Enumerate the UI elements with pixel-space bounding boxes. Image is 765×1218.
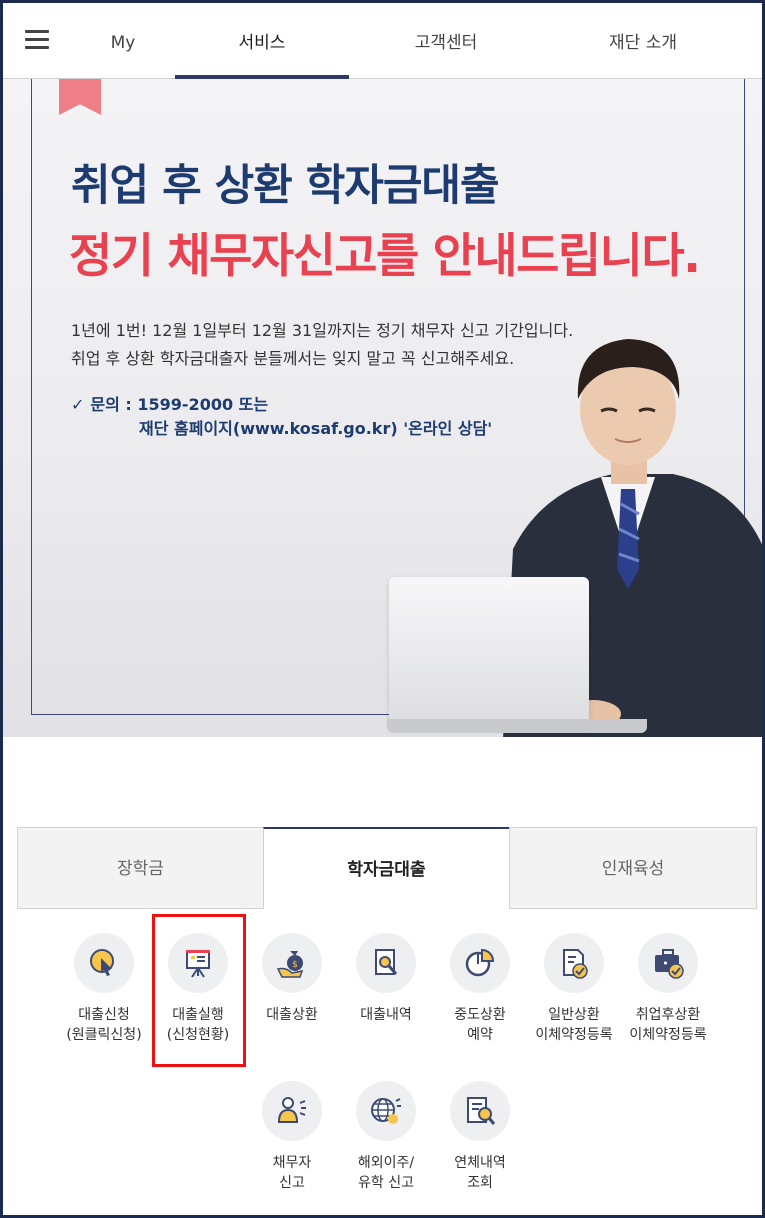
service-label-line1: 취업후상환 [635, 1007, 701, 1023]
service-label-line1: 중도상환 [454, 1007, 506, 1023]
top-navigation: My 서비스 고객센터 재단 소개 [3, 3, 762, 79]
service-label-line2: 이체약정등록 [535, 1027, 613, 1043]
banner-contact-text: 문의 : 1599-2000 또는 [90, 395, 269, 414]
app-frame: My 서비스 고객센터 재단 소개 취업 후 상환 학자금대출 정기 채무자신고… [0, 0, 765, 1218]
svg-text:$: $ [292, 960, 298, 970]
service-loan-history[interactable]: 대출내역 [338, 933, 434, 1025]
service-debtor-report[interactable]: 채무자신고 [244, 1081, 340, 1193]
service-post-employment-repayment-transfer[interactable]: 취업후상환이체약정등록 [620, 933, 716, 1045]
banner-headline-line2: 정기 채무자신고를 안내드립니다. [69, 229, 701, 284]
service-label-line1: 대출상환 [266, 1007, 318, 1023]
spacer [3, 737, 762, 827]
person-alert-icon [262, 1081, 322, 1141]
service-label-line2: 유학 신고 [358, 1175, 414, 1191]
banner-body-line2: 취업 후 상환 학자금대출자 분들께서는 잊지 말고 꼭 신고해주세요. [71, 349, 515, 368]
service-label-line2: 예약 [467, 1027, 493, 1043]
service-grid: 대출신청 (원클릭신청) 대출실행 (신청현황) $ 대출상환 대출내역 중도상환 예… [3, 909, 762, 1209]
banner-contact-line1: ✓ 문의 : 1599-2000 또는 [71, 391, 268, 415]
promo-banner[interactable]: 취업 후 상환 학자금대출 정기 채무자신고를 안내드립니다. 1년에 1번! … [3, 79, 762, 737]
service-general-repayment-transfer[interactable]: 일반상환이체약정등록 [526, 933, 622, 1045]
service-emigration-study-abroad-report[interactable]: 해외이주/유학 신고 [338, 1081, 434, 1193]
service-label-line2: 이체약정등록 [629, 1027, 707, 1043]
briefcase-check-icon [638, 933, 698, 993]
document-magnifier-icon [450, 1081, 510, 1141]
category-tabs: 장학금 학자금대출 인재육성 [17, 827, 757, 909]
nav-item-services[interactable]: 서비스 [175, 3, 349, 79]
pie-chart-icon [450, 933, 510, 993]
service-label-line1: 일반상환 [548, 1007, 600, 1023]
service-label-line1: 해외이주/ [357, 1155, 415, 1171]
checkmark-icon: ✓ [71, 395, 85, 414]
service-label-line1: 채무자 [272, 1155, 312, 1171]
document-search-icon [356, 933, 416, 993]
highlight-box [152, 914, 246, 1067]
service-label-line2: (원클릭신청) [66, 1027, 142, 1043]
document-check-icon [544, 933, 604, 993]
hamburger-menu-icon[interactable] [25, 30, 49, 50]
service-label-line1: 연체내역 [454, 1155, 506, 1171]
service-overdue-history[interactable]: 연체내역조회 [432, 1081, 528, 1193]
tab-student-loan[interactable]: 학자금대출 [263, 827, 510, 909]
service-label-line2: 조회 [467, 1175, 493, 1191]
money-bag-hand-icon: $ [262, 933, 322, 993]
banner-headline-line1: 취업 후 상환 학자금대출 [71, 161, 500, 211]
tab-scholarship[interactable]: 장학금 [17, 827, 264, 909]
service-label-line1: 대출내역 [360, 1007, 412, 1023]
laptop-base-image [387, 719, 647, 733]
service-early-repayment[interactable]: 중도상환예약 [432, 933, 528, 1045]
tab-talent-development[interactable]: 인재육성 [509, 827, 757, 909]
service-loan-application[interactable]: 대출신청 (원클릭신청) [56, 933, 152, 1045]
nav-item-foundation-intro[interactable]: 재단 소개 [553, 3, 733, 79]
laptop-image [389, 577, 589, 727]
globe-alert-icon [356, 1081, 416, 1141]
service-loan-repayment[interactable]: $ 대출상환 [244, 933, 340, 1025]
cursor-click-icon [74, 933, 134, 993]
service-label-line2: 신고 [279, 1175, 305, 1191]
nav-item-customer-center[interactable]: 고객센터 [359, 3, 533, 79]
banner-contact-line2: 재단 홈페이지(www.kosaf.go.kr) '온라인 상담' [139, 419, 493, 438]
service-label-line1: 대출신청 [78, 1007, 130, 1023]
nav-item-my[interactable]: My [75, 3, 171, 79]
